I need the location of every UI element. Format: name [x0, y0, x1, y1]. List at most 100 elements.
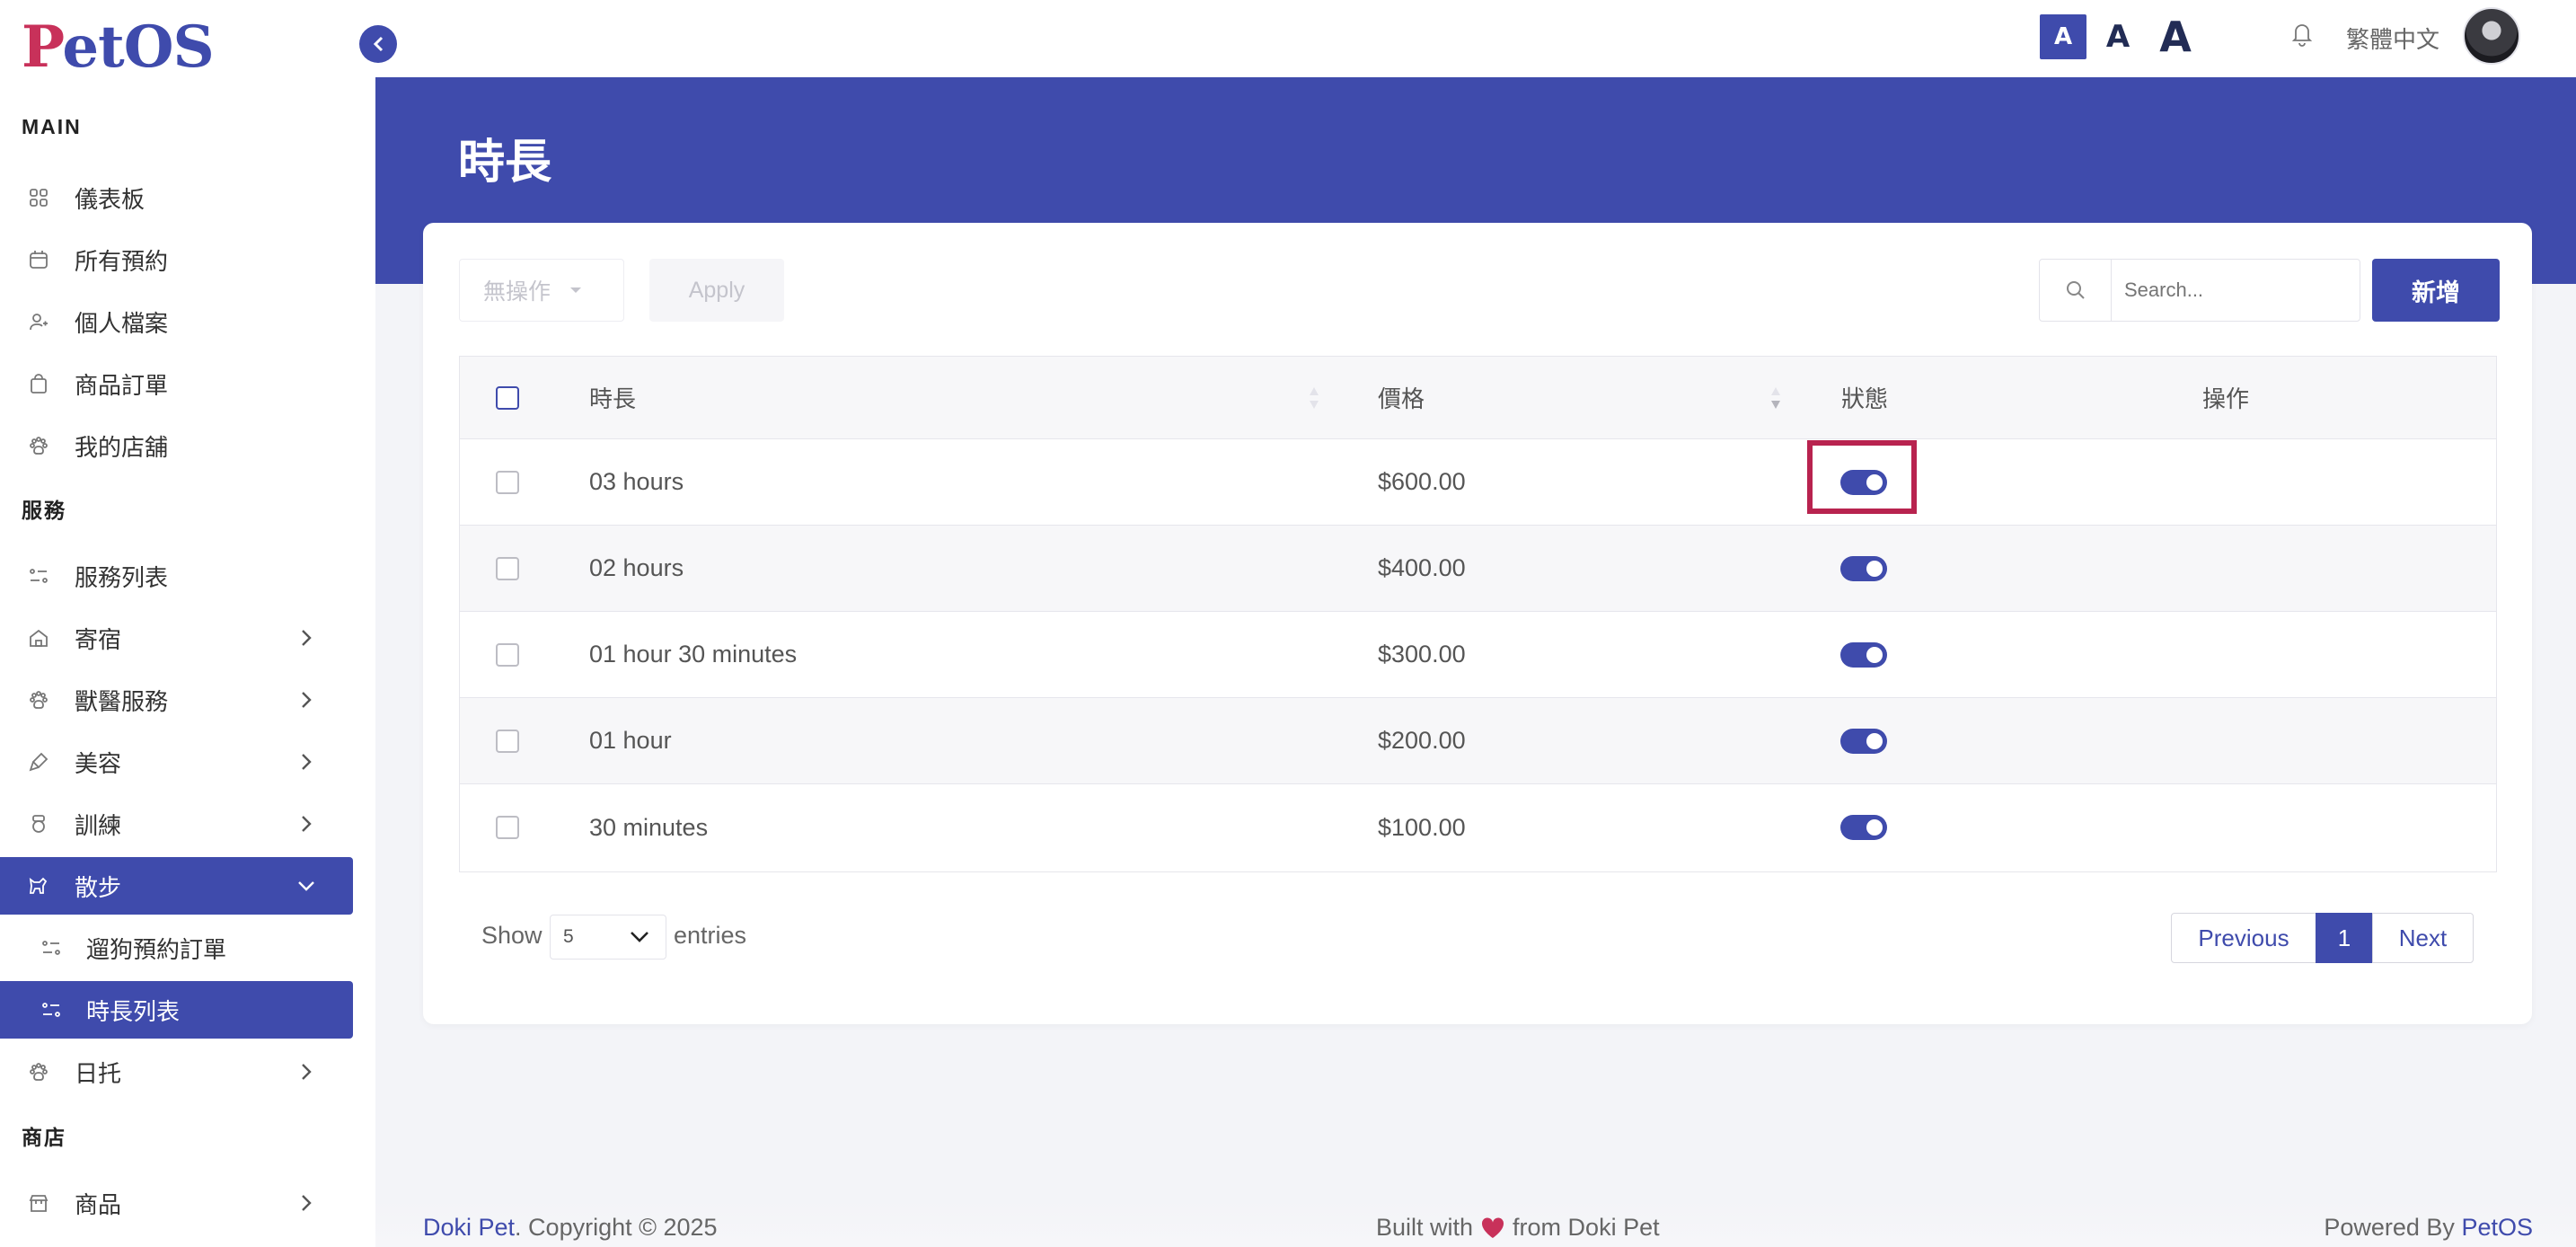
search-icon: [2040, 260, 2112, 321]
sidebar-item-vet-services[interactable]: 獸醫服務: [0, 671, 353, 729]
column-header-price[interactable]: 價格: [1378, 357, 1425, 438]
sidebar-item-dashboard[interactable]: 儀表板: [0, 169, 353, 226]
duration-cell: 01 hour 30 minutes: [589, 641, 798, 668]
footer-petos-link[interactable]: PetOS: [2461, 1214, 2533, 1241]
duration-cell: 02 hours: [589, 554, 684, 581]
section-services-label: 服務: [22, 499, 66, 522]
avatar[interactable]: [2463, 7, 2520, 65]
search-input[interactable]: [2112, 279, 2354, 302]
apply-button[interactable]: Apply: [649, 259, 784, 322]
footer-built-with: Built with from Doki Pet: [1376, 1214, 1660, 1241]
bulk-action-select[interactable]: 無操作: [459, 259, 624, 322]
footer-brand-link[interactable]: Doki Pet: [423, 1214, 515, 1241]
table-row: 03 hours $600.00: [460, 439, 2496, 526]
status-toggle[interactable]: [1840, 555, 1887, 581]
sort-icon[interactable]: [1769, 357, 1782, 438]
row-checkbox[interactable]: [496, 642, 519, 667]
duration-cell: 01 hour: [589, 727, 672, 754]
sidebar-item-label: 日托: [75, 1059, 122, 1087]
petos-logo[interactable]: PetOS: [22, 16, 215, 79]
row-checkbox[interactable]: [496, 816, 519, 839]
table-row: 01 hour $200.00: [460, 698, 2496, 784]
sidebar-item-label: 商品訂單: [75, 371, 169, 399]
font-size-small-button[interactable]: A: [2040, 14, 2086, 59]
sidebar-item-service-list[interactable]: 服務列表: [0, 547, 353, 605]
calendar-icon: [27, 248, 50, 271]
page-size-select[interactable]: 5: [550, 915, 666, 960]
column-header-duration[interactable]: 時長: [589, 357, 636, 438]
pagination-next[interactable]: Next: [2372, 913, 2474, 963]
select-all-checkbox[interactable]: [496, 385, 519, 410]
row-checkbox[interactable]: [496, 470, 519, 494]
sidebar-item-products[interactable]: 商品: [0, 1174, 353, 1232]
home-icon: [27, 626, 50, 650]
sidebar-item-label: 時長列表: [86, 997, 181, 1025]
sidebar-item-my-shop[interactable]: 我的店舖: [0, 417, 353, 474]
sidebar-item-all-bookings[interactable]: 所有預約: [0, 231, 353, 288]
search-box: [2039, 259, 2360, 322]
sidebar-collapse-button[interactable]: [359, 25, 397, 63]
bell-icon[interactable]: [2291, 22, 2318, 50]
row-checkbox[interactable]: [496, 729, 519, 753]
chevron-right-icon: [296, 1192, 317, 1214]
duration-cell: 30 minutes: [589, 813, 709, 841]
sidebar-item-dog-walking[interactable]: 散步: [0, 857, 353, 915]
chevron-right-icon: [296, 813, 317, 835]
brush-icon: [27, 750, 50, 774]
section-shop-label: 商店: [22, 1126, 66, 1149]
user-icon: [27, 310, 50, 333]
sidebar-item-daycare[interactable]: 日托: [0, 1043, 353, 1101]
chevron-down-icon: [296, 875, 317, 897]
sidebar-item-label: 訓練: [75, 811, 122, 839]
price-cell: $100.00: [1378, 813, 1466, 841]
sidebar-item-label: 所有預約: [75, 247, 169, 275]
list-icon: [40, 998, 63, 1021]
sidebar-item-grooming[interactable]: 美容: [0, 733, 353, 791]
chevron-right-icon: [296, 751, 317, 773]
sidebar-item-label: 個人檔案: [75, 309, 169, 337]
price-cell: $300.00: [1378, 641, 1466, 668]
sidebar-item-boarding[interactable]: 寄宿: [0, 609, 353, 667]
section-main-label: MAIN: [22, 115, 82, 138]
chevron-right-icon: [296, 1061, 317, 1083]
caret-down-icon: [570, 287, 582, 293]
pagination-previous[interactable]: Previous: [2171, 913, 2316, 963]
font-size-large-button[interactable]: A: [2151, 13, 2200, 61]
sidebar-item-product-orders[interactable]: 商品訂單: [0, 355, 353, 412]
sidebar: PetOS MAIN 儀表板 所有預約 個人檔案 商品訂單 我的店舖 服務 服務…: [0, 0, 375, 1247]
list-icon: [40, 936, 63, 960]
sidebar-item-label: 我的店舖: [75, 433, 169, 461]
sidebar-item-label: 寄宿: [75, 625, 122, 653]
highlight-box: [1807, 440, 1917, 514]
medal-icon: [27, 812, 50, 836]
sidebar-item-duration-list[interactable]: 時長列表: [0, 981, 353, 1039]
font-size-medium-button[interactable]: A: [2095, 14, 2140, 59]
dog-walk-icon: [27, 874, 50, 898]
duration-cell: 03 hours: [589, 468, 684, 495]
sidebar-item-label: 服務列表: [75, 563, 169, 591]
row-checkbox[interactable]: [496, 556, 519, 580]
bulk-action-value: 無操作: [483, 279, 551, 305]
price-cell: $400.00: [1378, 554, 1466, 581]
sidebar-item-label: 散步: [75, 873, 122, 901]
column-header-actions: 操作: [2202, 385, 2250, 412]
sidebar-item-training[interactable]: 訓練: [0, 795, 353, 853]
sidebar-item-label: 遛狗預約訂單: [86, 935, 227, 963]
paw-icon: [27, 688, 50, 712]
language-selector[interactable]: 繁體中文: [2346, 22, 2439, 55]
page-title: 時長: [458, 137, 552, 189]
sidebar-item-label: 獸醫服務: [75, 687, 169, 715]
status-toggle[interactable]: [1840, 641, 1887, 668]
paw-icon: [27, 434, 50, 457]
bag-icon: [27, 372, 50, 395]
sidebar-item-walk-booking-orders[interactable]: 遛狗預約訂單: [0, 919, 353, 977]
status-toggle[interactable]: [1840, 815, 1887, 840]
status-toggle[interactable]: [1840, 728, 1887, 754]
table-row: 02 hours $400.00: [460, 526, 2496, 612]
sort-icon[interactable]: [1308, 357, 1320, 438]
pagination-page-1[interactable]: 1: [2316, 913, 2373, 963]
price-cell: $600.00: [1378, 468, 1466, 495]
add-button[interactable]: 新增: [2372, 259, 2500, 322]
sidebar-item-profile[interactable]: 個人檔案: [0, 293, 353, 350]
sidebar-item-label: 美容: [75, 749, 122, 777]
